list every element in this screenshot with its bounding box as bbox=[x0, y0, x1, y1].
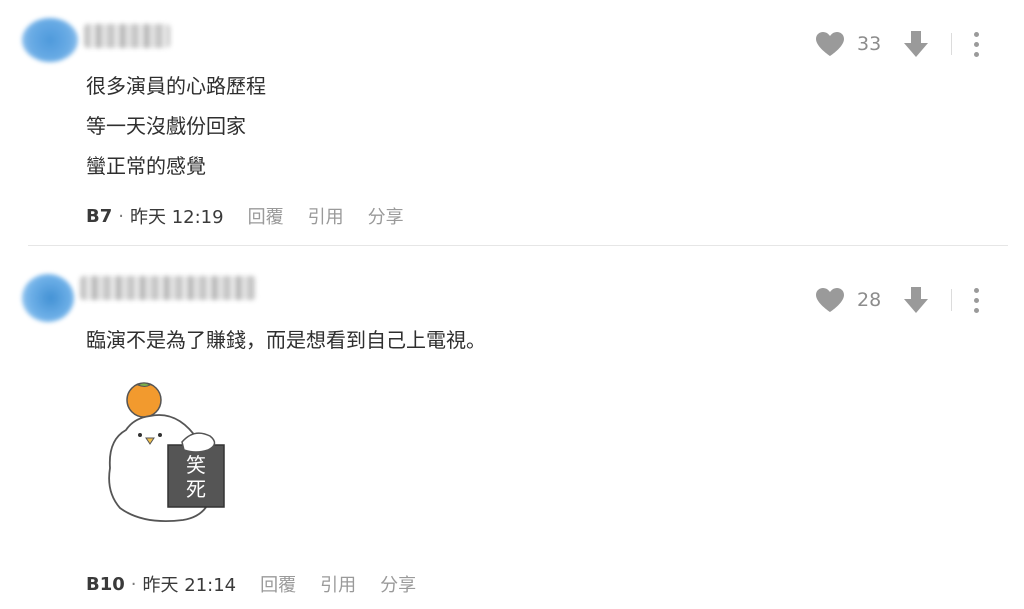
avatar[interactable] bbox=[22, 18, 78, 62]
more-options-button[interactable] bbox=[974, 31, 979, 57]
downvote-arrow-icon bbox=[904, 287, 928, 313]
comment-text-line: 臨演不是為了賺錢，而是想看到自己上電視。 bbox=[86, 328, 486, 352]
quote-button[interactable]: 引用 bbox=[308, 203, 344, 229]
sticker-image[interactable]: 笑 死 bbox=[98, 380, 238, 525]
comment-meta: B10 · 昨天 21:14 回覆 引用 分享 bbox=[86, 571, 416, 597]
comment-actions: 28 bbox=[815, 286, 979, 314]
timestamp: 昨天 21:14 bbox=[142, 575, 237, 596]
heart-icon bbox=[816, 288, 844, 312]
more-options-button[interactable] bbox=[974, 287, 979, 313]
meta-dot: · bbox=[118, 205, 124, 227]
floor-number: B7 bbox=[86, 205, 113, 227]
comment-actions: 33 bbox=[815, 30, 979, 58]
comment-divider bbox=[28, 245, 1008, 246]
more-vertical-icon bbox=[974, 31, 979, 37]
floor-number: B10 bbox=[86, 573, 125, 595]
like-button[interactable]: 33 bbox=[815, 31, 885, 57]
comment-text-line: 蠻正常的感覺 bbox=[86, 154, 206, 178]
quote-button[interactable]: 引用 bbox=[320, 571, 356, 597]
username-blurred[interactable] bbox=[84, 24, 170, 48]
username-blurred[interactable] bbox=[80, 276, 256, 300]
like-count: 33 bbox=[857, 33, 882, 55]
comment-meta: B7 · 昨天 12:19 回覆 引用 分享 bbox=[86, 203, 404, 229]
downvote-arrow-icon bbox=[904, 31, 928, 57]
sign-text-1: 笑 bbox=[186, 453, 206, 477]
reply-button[interactable]: 回覆 bbox=[260, 571, 296, 597]
comment-text-line: 等一天沒戲份回家 bbox=[86, 114, 246, 138]
meta-dot: · bbox=[130, 573, 137, 595]
timestamp: 昨天 12:19 bbox=[129, 207, 224, 228]
comment-text-line: 很多演員的心路歷程 bbox=[86, 74, 266, 98]
reply-button[interactable]: 回覆 bbox=[248, 203, 284, 229]
downvote-button[interactable] bbox=[903, 286, 929, 314]
avatar[interactable] bbox=[22, 274, 74, 322]
share-button[interactable]: 分享 bbox=[368, 203, 404, 229]
like-count: 28 bbox=[857, 289, 882, 311]
downvote-button[interactable] bbox=[903, 30, 929, 58]
separator bbox=[951, 289, 952, 311]
heart-icon bbox=[816, 32, 844, 56]
separator bbox=[951, 33, 952, 55]
more-vertical-icon bbox=[974, 287, 979, 293]
sign-text-2: 死 bbox=[186, 477, 206, 501]
share-button[interactable]: 分享 bbox=[380, 571, 416, 597]
orange-shape bbox=[126, 382, 162, 418]
like-button[interactable]: 28 bbox=[815, 287, 885, 313]
